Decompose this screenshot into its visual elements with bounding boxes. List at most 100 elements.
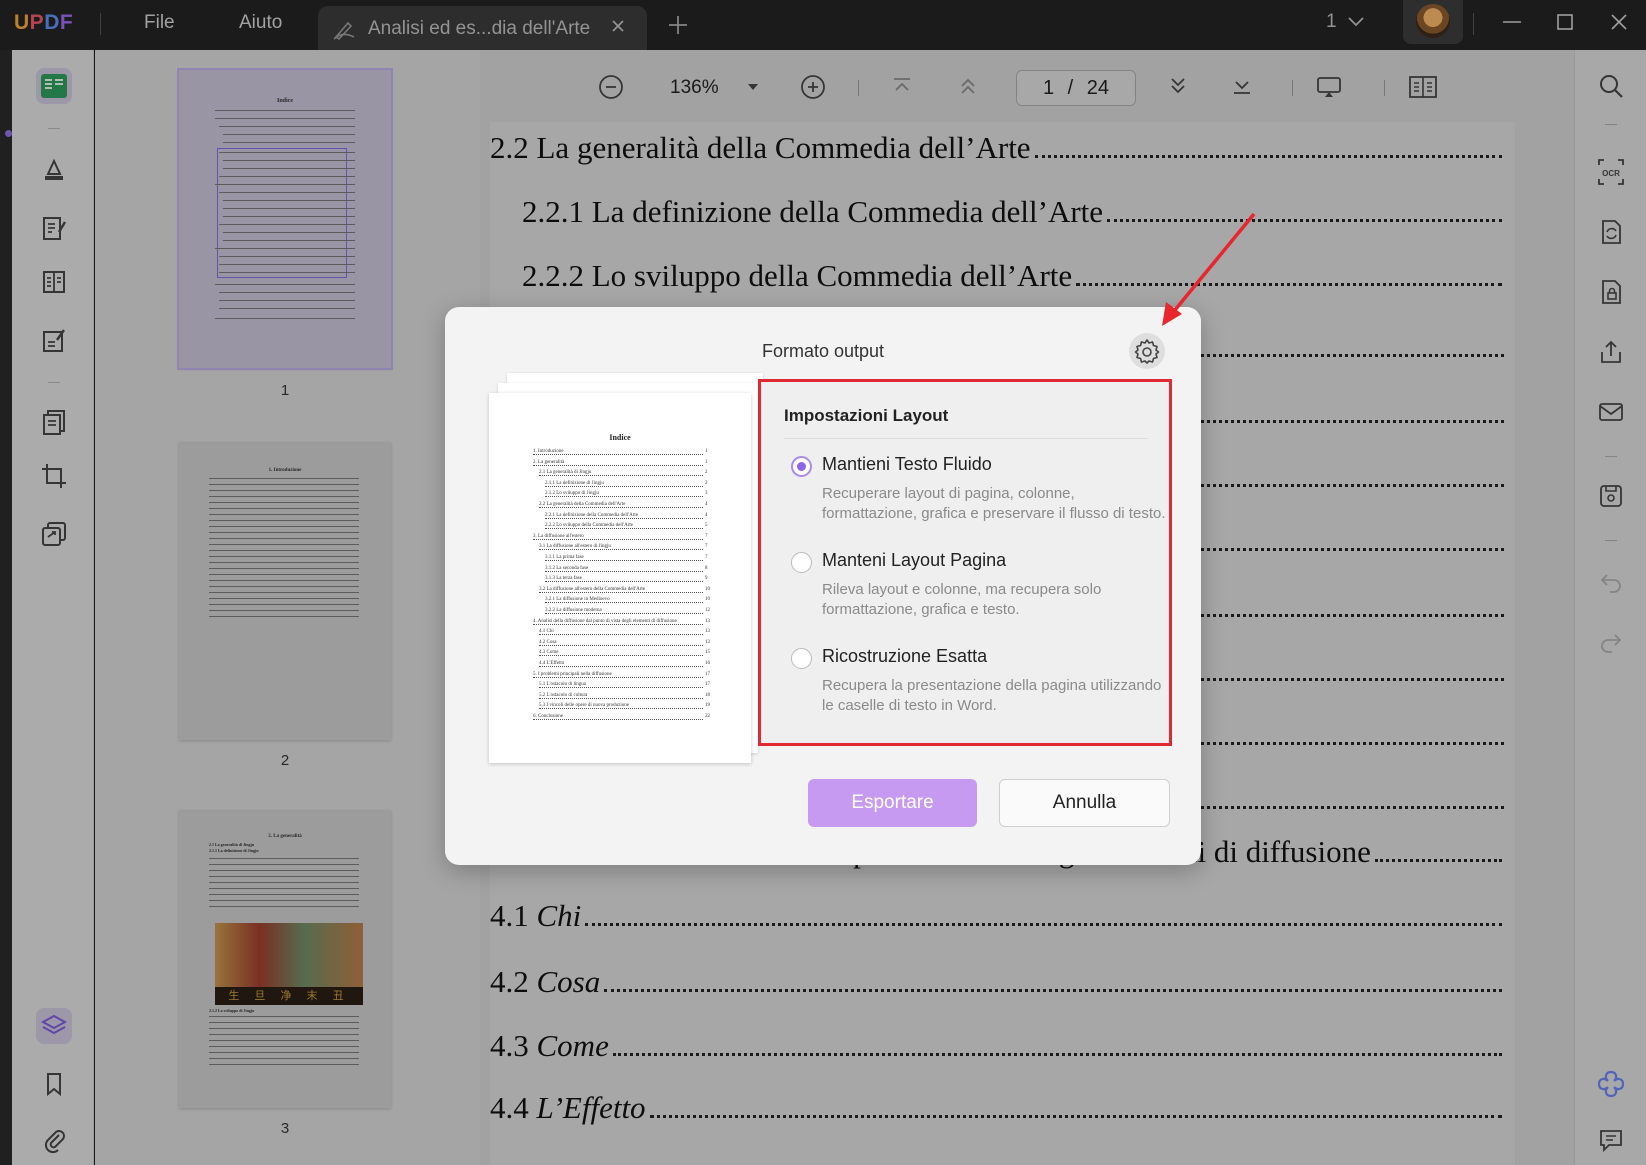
user-account[interactable] (1403, 0, 1463, 44)
settings-button[interactable] (1129, 333, 1165, 369)
radio-exact-reconstruction[interactable] (791, 648, 812, 669)
toc-entry[interactable]: 4.4 L’Effetto (490, 1090, 1504, 1126)
preview-toc-page: 8 (705, 565, 710, 571)
page-layout-icon[interactable] (1408, 74, 1438, 105)
document-tab[interactable]: Analisi ed es...dia dell'Arte (318, 6, 647, 50)
menu-help[interactable]: Aiuto (239, 12, 282, 34)
undo-button[interactable] (1593, 564, 1629, 600)
layers-button[interactable] (36, 1008, 72, 1044)
first-page-icon[interactable] (890, 74, 914, 103)
preview-toc-entry: 3.1.1 La prima fase (545, 555, 586, 560)
comment-tool-button[interactable] (36, 152, 72, 188)
search-icon (1600, 75, 1623, 98)
reader-mode-button[interactable] (36, 68, 72, 104)
preview-toc-leader (545, 496, 703, 498)
toc-entry[interactable]: 4.2 Cosa (490, 964, 1504, 1000)
preview-toc-leader (545, 613, 703, 614)
close-tab-icon[interactable] (608, 16, 628, 41)
toc-entry[interactable]: 2.2.1 La definizione della Commedia dell… (522, 194, 1504, 230)
preview-toc-leader (539, 687, 703, 689)
option-title: Mantieni Testo Fluido (822, 454, 992, 474)
crop-tool-button[interactable] (36, 458, 72, 494)
preview-toc-page: 22 (705, 714, 712, 719)
preview-toc-entry: 5.2 L'ostacolo di cultura (539, 692, 590, 698)
preview-toc-entry: 4.1 Chi (539, 629, 556, 635)
last-page-icon[interactable] (1230, 74, 1254, 103)
organize-pages-button[interactable] (36, 404, 72, 440)
toc-entry-number: 4.4 (490, 1090, 529, 1125)
thumb-title: 1. Introduzione (268, 468, 302, 473)
preview-toc-entry: 6. Conclusione (533, 714, 565, 719)
next-page-icon[interactable] (1166, 74, 1190, 103)
chevron-down-icon[interactable] (1346, 14, 1366, 35)
toc-entry-text: L’Effetto (536, 1090, 646, 1125)
attachment-button[interactable] (36, 1122, 72, 1158)
toc-entry[interactable]: 2.2 La generalità della Commedia dell’Ar… (490, 130, 1504, 166)
page-thumbnail-2[interactable]: 1. Introduzione (179, 442, 391, 740)
preview-toc-entry: 2.2.1 La definizione della Commedia dell… (545, 512, 640, 518)
convert-tool-button[interactable] (36, 516, 72, 552)
page-number-input[interactable]: 1 / 24 (1016, 70, 1136, 106)
toc-entry[interactable]: 4.3 Come (490, 1028, 1504, 1064)
preview-toc-page: 13 (705, 629, 712, 635)
edit-document-icon (43, 217, 67, 240)
cancel-button[interactable]: Annulla (999, 779, 1170, 827)
preview-toc-leader (533, 719, 703, 720)
menu-file[interactable]: File (144, 12, 175, 34)
redo-icon (1601, 634, 1622, 653)
preview-toc-leader (539, 549, 703, 551)
redo-button[interactable] (1593, 624, 1629, 660)
protect-pdf-button[interactable] (1593, 274, 1629, 310)
page-thumbnail-3[interactable]: 2. La generalità 2.1 La generalità di Ji… (179, 810, 391, 1108)
share-button[interactable] (1593, 334, 1629, 370)
page-thumbnail-1[interactable]: Indice (177, 68, 393, 370)
search-button[interactable] (1593, 68, 1629, 104)
toc-entry[interactable]: 2.2.2 Lo sviluppo della Commedia dell’Ar… (522, 258, 1504, 294)
title-bar: UPDF File Aiuto Analisi ed es...dia dell… (0, 0, 1646, 50)
close-window-icon[interactable] (1607, 10, 1631, 39)
form-tool-button[interactable] (36, 264, 72, 300)
bookmark-button[interactable] (36, 1066, 72, 1102)
minimize-icon[interactable] (1500, 10, 1524, 39)
title-separator (100, 13, 101, 35)
preview-toc-page: 7 (705, 555, 710, 560)
ocr-button[interactable]: OCR (1593, 154, 1629, 190)
window-count[interactable]: 1 (1326, 11, 1337, 33)
zoom-level[interactable]: 136% (670, 77, 719, 99)
preview-toc-entry: 2.1.1 La definizione di Jingju (545, 480, 606, 486)
preview-toc-leader (539, 697, 703, 699)
preview-toc-page: 13 (705, 639, 712, 645)
previous-page-icon[interactable] (956, 74, 980, 103)
zoom-out-icon[interactable] (598, 74, 624, 105)
left-rail (0, 50, 12, 1165)
presentation-icon[interactable] (1316, 74, 1342, 105)
maximize-icon[interactable] (1553, 10, 1577, 39)
comments-panel-button[interactable] (1593, 1122, 1629, 1158)
toc-entry[interactable]: 4.1 Chi (490, 898, 1504, 934)
toc-dot-leader (1170, 420, 1504, 423)
preview-toc-page: 15 (705, 650, 712, 656)
ai-assistant-button[interactable] (1593, 1066, 1629, 1102)
comment-icon (1600, 1130, 1622, 1153)
preview-toc-entry: 3.1.3 La terza fase (545, 576, 584, 582)
left-tool-column (12, 50, 94, 1165)
radio-keep-page-layout[interactable] (791, 552, 812, 573)
preview-toc-page: 3 (705, 491, 710, 497)
export-dialog: Formato output Indice 1. Introduzione 1 2.… (445, 307, 1201, 865)
save-button[interactable] (1593, 478, 1629, 514)
fill-sign-button[interactable] (36, 322, 72, 358)
thumbnail-label: 3 (280, 1120, 290, 1137)
new-tab-plus-icon[interactable] (667, 14, 689, 41)
zoom-in-icon[interactable] (800, 74, 826, 105)
toc-dot-leader (1170, 806, 1504, 809)
zoom-dropdown-icon[interactable] (746, 80, 760, 98)
export-button[interactable]: Esportare (808, 779, 977, 827)
heading-divider (784, 438, 1148, 439)
radio-keep-text-flow[interactable] (791, 456, 812, 477)
toc-dot-leader (1170, 614, 1504, 617)
edit-pdf-button[interactable] (36, 210, 72, 246)
convert-pdf-button[interactable] (1593, 214, 1629, 250)
email-button[interactable] (1593, 394, 1629, 430)
tool-separator (1605, 456, 1617, 457)
document-preview: Indice 1. Introduzione 1 2. La generalità 1… (489, 373, 763, 763)
